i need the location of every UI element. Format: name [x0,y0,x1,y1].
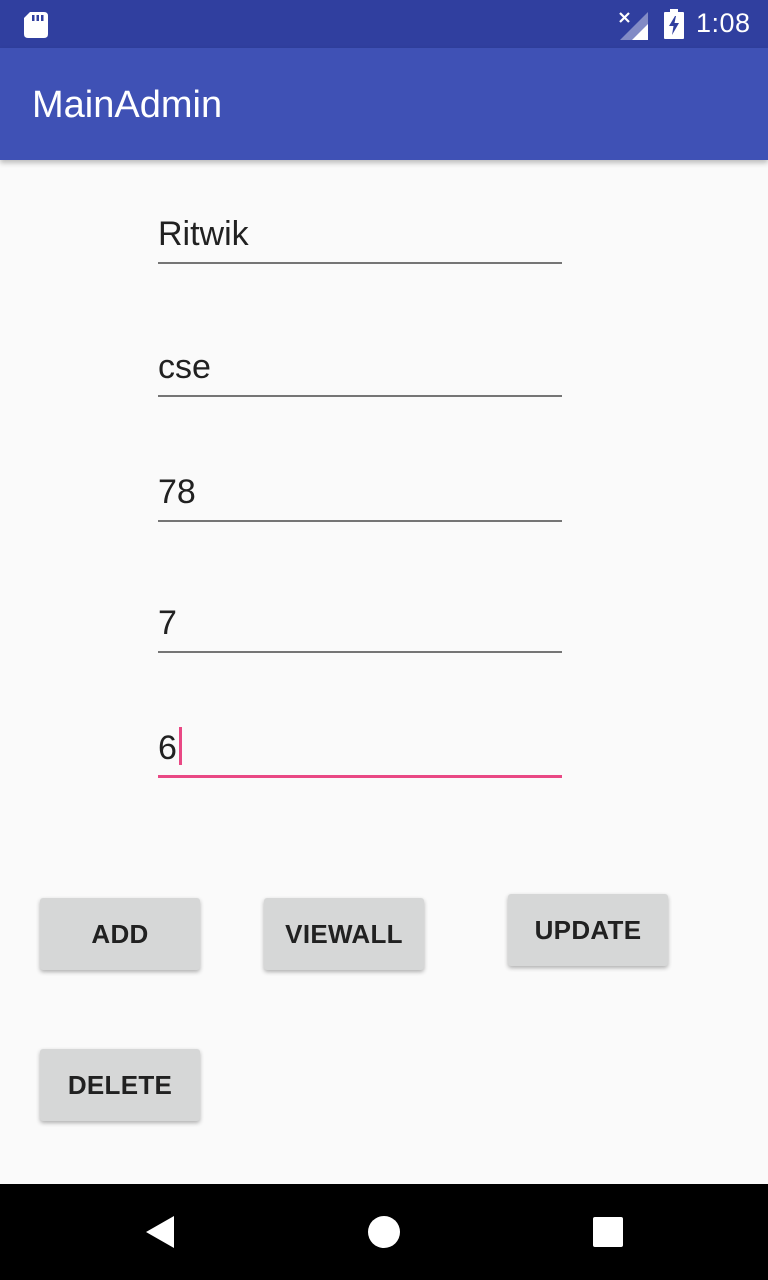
app-bar: MainAdmin [0,48,768,160]
app-title: MainAdmin [32,84,223,126]
marks-field-value: 78 [158,473,196,511]
recents-icon[interactable] [584,1208,632,1256]
field-4-value: 7 [158,604,177,642]
clock: 1:08 [696,8,751,38]
branch-field-underline [158,395,562,397]
field-4-underline [158,651,562,653]
status-bar: 1:08 [0,0,768,48]
update-button[interactable]: UPDATE [508,894,668,966]
marks-field-underline [158,520,562,522]
back-icon[interactable] [136,1208,184,1256]
navigation-bar [0,1184,768,1280]
text-cursor [178,727,182,765]
home-icon[interactable] [360,1208,408,1256]
name-field[interactable]: Ritwik [158,204,562,264]
viewall-button[interactable]: VIEWALL [264,898,424,970]
field-5-content: 6 [158,727,182,768]
marks-field[interactable]: 78 [158,462,562,522]
field-5[interactable]: 6 [158,718,562,778]
branch-field-value: cse [158,348,211,386]
signal-no-data-icon [619,12,648,40]
name-field-underline [158,262,562,264]
field-4[interactable]: 7 [158,593,562,653]
delete-button[interactable]: DELETE [40,1049,200,1121]
battery-charging-icon [664,9,684,39]
field-5-underline [158,775,562,778]
branch-field[interactable]: cse [158,337,562,397]
add-button[interactable]: ADD [40,898,200,970]
sd-card-icon [24,12,48,38]
field-5-value: 6 [158,729,177,767]
name-field-value: Ritwik [158,215,249,253]
